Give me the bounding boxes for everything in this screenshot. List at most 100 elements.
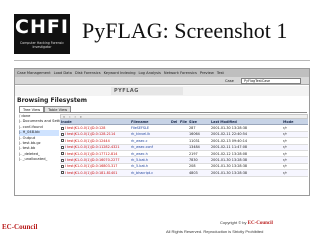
filesystem-tree: / done |- Documents and Settings |- conf…: [19, 114, 67, 163]
cell-inode[interactable]: I test|K1-0-0(1)|D-0:12444: [60, 139, 130, 143]
menu-load-data[interactable]: Load Data: [54, 71, 72, 75]
menu-test[interactable]: Test: [217, 71, 224, 75]
pyflag-logo: PYFLAG: [111, 87, 183, 95]
cell-filename[interactable]: rk_kinvel.lk: [130, 132, 170, 136]
tree-item[interactable]: |- Documents and Settings: [19, 119, 67, 124]
inode-link[interactable]: I test|K1-0-0(1)|D-0:181-81401: [65, 171, 117, 175]
inode-link[interactable]: I test|K1-0-0(1)|D-0:17712-814: [65, 152, 117, 156]
cell-filename[interactable]: rk_wsec.c: [130, 139, 170, 143]
prev-page-icon[interactable]: ‹: [69, 115, 70, 119]
cell-last-modified: 2001-01-30 13:28:38: [211, 164, 248, 169]
column-header-size[interactable]: Size: [188, 120, 210, 124]
cell-mode: r/r: [283, 164, 287, 169]
cell-size: 4803: [189, 170, 198, 175]
copyright-brand: EC-Council: [247, 221, 273, 226]
inode-link[interactable]: I test|K1-0-0(1)|D-0:12444: [65, 139, 110, 143]
cell-size: 7830: [189, 158, 198, 163]
pyflag-screenshot: Case Management Load Data Disk Forensics…: [14, 68, 310, 196]
row-checkbox[interactable]: [61, 126, 64, 130]
cell-filename[interactable]: rk_wsec.h: [130, 152, 170, 156]
slide-title: PyFLAG: Screenshot 1: [82, 18, 288, 43]
row-checkbox[interactable]: [61, 171, 64, 175]
row-checkbox[interactable]: [61, 139, 64, 143]
cell-filename[interactable]: rk_wsec.conf: [130, 145, 170, 149]
menu-network-forensics[interactable]: Network Forensics: [164, 71, 197, 75]
cell-mode: r/r: [283, 158, 287, 163]
cell-mode: r/r: [283, 145, 287, 150]
case-select[interactable]: PyFlagTestCase: [241, 78, 301, 84]
menu-preview[interactable]: Preview: [200, 71, 214, 75]
menu-disk-forensics[interactable]: Disk Forensics: [75, 71, 101, 75]
ec-council-brand: EC-Council: [2, 223, 38, 231]
cell-inode[interactable]: I test|K1-0-0(1)|D-0:11282-4321: [60, 145, 130, 149]
inode-link[interactable]: I test|K1-0-0(1)|D-0:11282-4321: [65, 145, 120, 149]
table-body: I test|K1-0-0(1)|D-0:128 FileSEFSLE 287 200…: [60, 125, 308, 177]
cell-size: 287: [189, 126, 196, 131]
row-checkbox[interactable]: [61, 152, 64, 156]
cell-filename[interactable]: rk_5.bat.h: [130, 164, 170, 168]
copyright-line: Copyright © by EC-Council: [220, 220, 273, 226]
cell-size: 2197: [189, 151, 198, 156]
file-table: « ‹ › » Inode Filename Del File Size Las…: [60, 114, 308, 177]
chfi-logo: CHFI Computer Hacking Forensic Investiga…: [14, 14, 70, 54]
cell-size: 208: [189, 164, 196, 169]
cell-inode[interactable]: I test|K1-0-0(1)|D-0:128: [60, 126, 130, 130]
cell-inode[interactable]: I test|K1-0-0(1)|D-0:128-2114: [60, 132, 130, 136]
cell-inode[interactable]: I test|K1-0-0(1)|D-0:17712-814: [60, 152, 130, 156]
header-divider: [14, 60, 310, 61]
row-checkbox[interactable]: [61, 158, 64, 162]
cell-last-modified: 2001-01-30 13:28:38: [211, 126, 248, 131]
cell-inode[interactable]: I test|K1-0-0(1)|D-0:181-81401: [60, 171, 130, 175]
row-checkbox[interactable]: [61, 132, 64, 136]
cell-last-modified: 2001-01-30 13:28:38: [211, 170, 248, 175]
table-row[interactable]: I test|K1-0-0(1)|D-0:181-81401 rk_bhacrip…: [60, 170, 308, 177]
next-page-icon[interactable]: ›: [74, 115, 75, 119]
cell-last-modified: 2001-02-12 13:28:08: [211, 151, 248, 156]
column-header-filename[interactable]: Filename: [130, 120, 170, 124]
app-toolbar: Case PyFlagTestCase: [15, 77, 309, 85]
case-label: Case: [225, 79, 234, 83]
column-header-file[interactable]: File: [179, 120, 188, 124]
inode-link[interactable]: I test|K1-0-0(1)|D-0:16070-2277: [65, 158, 120, 162]
cell-mode: r/r: [283, 151, 287, 156]
app-menubar: Case Management Load Data Disk Forensics…: [15, 69, 309, 77]
menu-log-analysis[interactable]: Log Analysis: [139, 71, 161, 75]
cell-mode: r/r: [283, 170, 287, 175]
column-header-mode[interactable]: Mode: [282, 120, 308, 124]
panel-title: Browsing Filesystem: [17, 97, 88, 104]
cell-mode: r/r: [283, 126, 287, 131]
cell-inode[interactable]: I test|K1-0-0(1)|D-0:16803-317: [60, 164, 130, 168]
inode-link[interactable]: I test|K1-0-0(1)|D-0:128: [65, 126, 105, 130]
column-header-inode[interactable]: Inode: [60, 120, 130, 124]
cell-filename[interactable]: rk_bhacript.c: [130, 171, 170, 175]
chfi-logo-subtext: Computer Hacking Forensic Investigator: [20, 41, 64, 49]
inode-link[interactable]: I test|K1-0-0(1)|D-0:16803-317: [65, 164, 117, 168]
copyright-prefix: Copyright © by: [220, 220, 247, 225]
column-header-last-modified[interactable]: Last Modified: [210, 120, 282, 124]
cell-inode[interactable]: I test|K1-0-0(1)|D-0:16070-2277: [60, 158, 130, 162]
cell-last-modified: 2001-02-11 22:40:54: [211, 132, 248, 137]
cell-last-modified: 2001-02-13 09:40:14: [211, 138, 248, 143]
row-checkbox[interactable]: [61, 145, 64, 149]
cell-size: 13484: [189, 145, 200, 150]
first-page-icon[interactable]: «: [63, 115, 65, 119]
rights-notice: All Rights Reserved. Reproduction is Str…: [166, 229, 264, 234]
cell-filename[interactable]: rk_5.bat.h: [130, 158, 170, 162]
cell-last-modified: 2001-02-11 11:47:08: [211, 145, 248, 150]
inode-link[interactable]: I test|K1-0-0(1)|D-0:128-2114: [65, 132, 115, 136]
slide-header: CHFI Computer Hacking Forensic Investiga…: [0, 0, 320, 68]
cell-mode: r/r: [283, 132, 287, 137]
chfi-logo-text: CHFI: [15, 16, 69, 38]
menu-keyword-indexing[interactable]: Keyword Indexing: [104, 71, 136, 75]
tab-divider: [19, 112, 307, 113]
tree-item[interactable]: |- _unallocated_: [19, 157, 59, 162]
menu-case-management[interactable]: Case Management: [17, 71, 51, 75]
logo-strip: PYFLAG: [15, 86, 309, 96]
cell-mode: r/r: [283, 138, 287, 143]
cell-last-modified: 2001-01-30 13:28:38: [211, 158, 248, 163]
row-checkbox[interactable]: [61, 164, 64, 168]
column-header-del[interactable]: Del: [170, 120, 179, 124]
last-page-icon[interactable]: »: [80, 115, 82, 119]
cell-size: 11031: [189, 138, 200, 143]
cell-filename[interactable]: FileSEFSLE: [130, 126, 170, 130]
